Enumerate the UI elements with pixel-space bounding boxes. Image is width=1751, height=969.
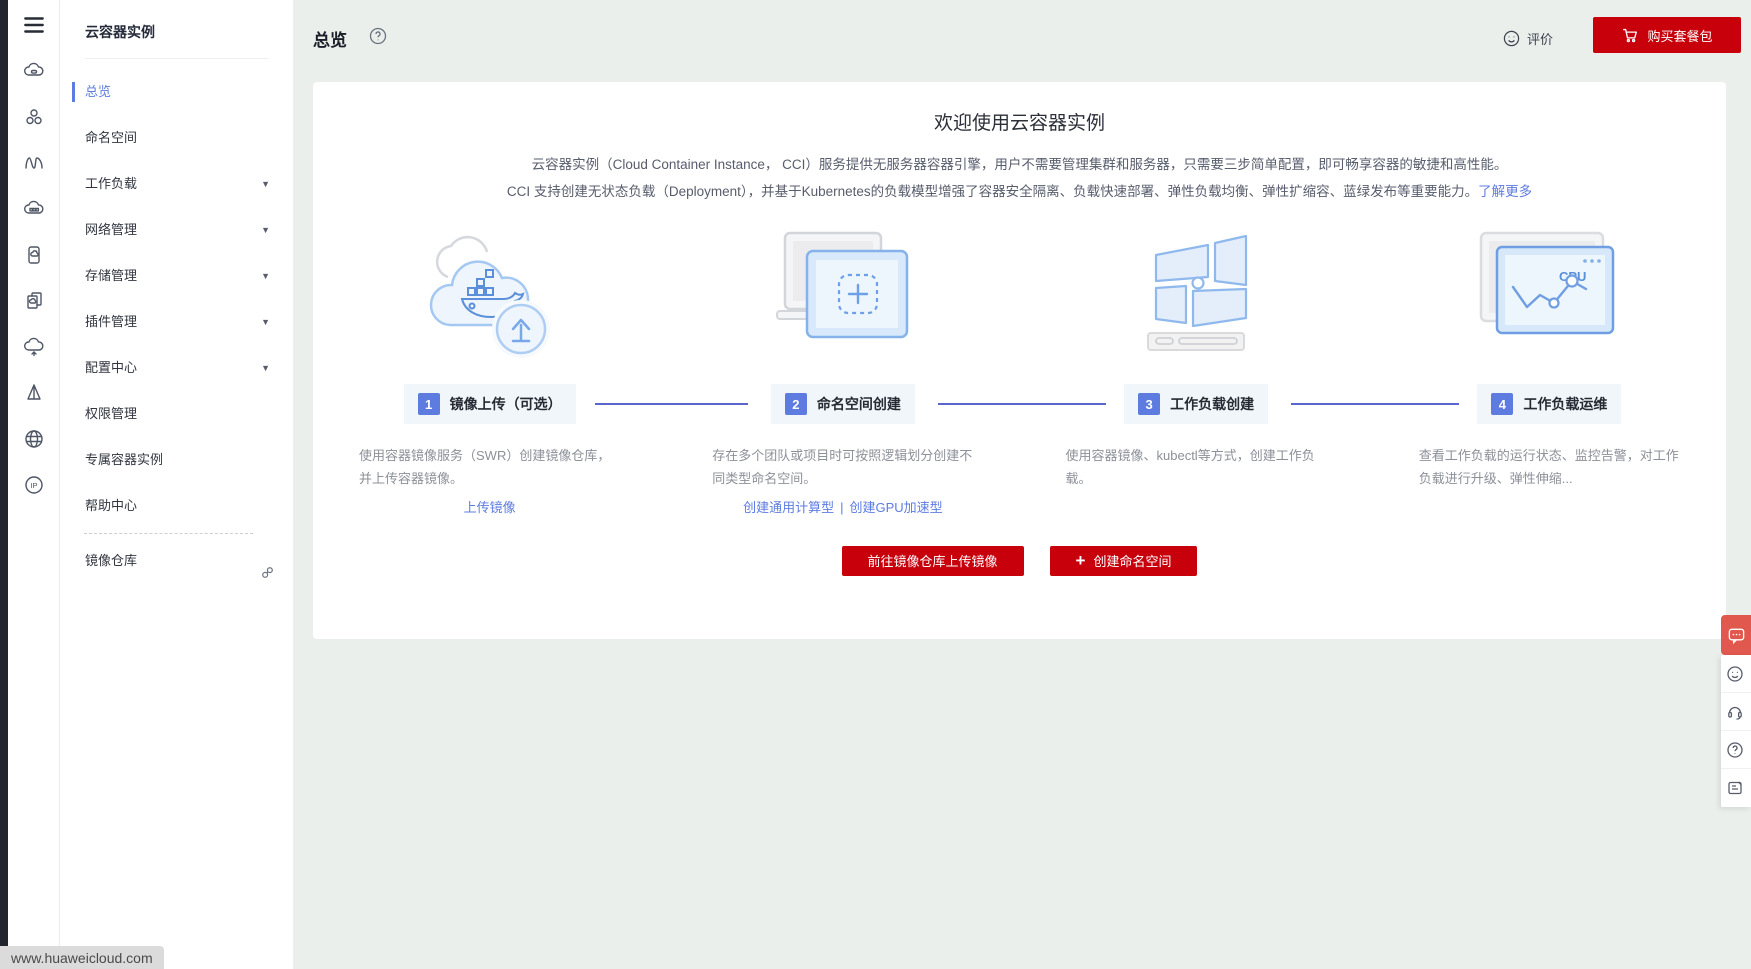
sidebar-title: 云容器实例 [85, 24, 155, 40]
sidebar: 云容器实例 总览 命名空间 工作负载 ▼ 网络管理 ▼ 存储管理 ▼ 插件管理 ▼ 配置… [60, 0, 293, 969]
flow-icon[interactable] [21, 150, 47, 176]
status-url-tooltip: www.huaweicloud.com [0, 946, 164, 969]
sidebar-item-help-center[interactable]: 帮助中心 [60, 483, 293, 529]
sidebar-dashed-divider [84, 533, 253, 534]
chevron-down-icon: ▼ [261, 179, 270, 189]
link-separator: | [840, 499, 844, 515]
welcome-line2: CCI 支持创建无状态负载（Deployment），并基于Kubernetes的… [506, 184, 1479, 199]
card-actions: 前往镜像仓库上传镜像 + 创建命名空间 [313, 545, 1726, 576]
illustrations-row: CPU [313, 219, 1726, 371]
feedback-label: 评价 [1526, 32, 1553, 47]
ip-icon[interactable]: IP [21, 472, 47, 498]
welcome-line1: 云容器实例（Cloud Container Instance， CCI）服务提供… [531, 157, 1508, 172]
chevron-down-icon: ▼ [261, 317, 270, 327]
sidebar-item-image-repo[interactable]: 镜像仓库 [60, 538, 293, 584]
documents-icon[interactable] [21, 288, 47, 314]
sidebar-item-workload[interactable]: 工作负载 ▼ [60, 161, 293, 207]
sidebar-item-config-center[interactable]: 配置中心 ▼ [60, 345, 293, 391]
step-label: 工作负载创建 [1170, 396, 1255, 412]
chevron-down-icon: ▼ [261, 363, 270, 373]
cloud-sync-icon[interactable] [21, 334, 47, 360]
app-window: IP 云容器实例 总览 命名空间 工作负载 ▼ 网络管理 ▼ 存储管理 ▼ 插件管理 ▼… [0, 0, 1751, 969]
sidebar-item-addons[interactable]: 插件管理 ▼ [60, 299, 293, 345]
plus-icon: + [1075, 551, 1086, 570]
step-label: 工作负载运维 [1523, 396, 1608, 412]
step-4-description: 查看工作负载的运行状态、监控告警，对工作负载进行升级、弹性伸缩... [1418, 448, 1679, 486]
cluster-icon[interactable] [21, 104, 47, 130]
step-2-description: 存在多个团队或项目时可按照逻辑划分创建不同类型命名空间。 创建通用计算型 | 创建G… [712, 448, 973, 515]
sidebar-item-overview[interactable]: 总览 [60, 69, 293, 115]
sidebar-item-namespace[interactable]: 命名空间 [60, 115, 293, 161]
prism-icon[interactable] [21, 380, 47, 406]
step-connector [594, 403, 748, 405]
upload-image-link[interactable]: 上传镜像 [464, 500, 516, 515]
step-3-description: 使用容器镜像、kubectl等方式，创建工作负载。 [1065, 448, 1315, 486]
step-number-badge: 2 [784, 393, 807, 415]
svg-text:IP: IP [30, 481, 37, 490]
page-header: 总览 评价 购买套餐包 [293, 0, 1751, 82]
step-connector [1291, 403, 1460, 405]
step-number-badge: 4 [1491, 393, 1514, 415]
sidebar-item-network[interactable]: 网络管理 ▼ [60, 207, 293, 253]
icon-rail: IP [8, 0, 60, 969]
step-number-badge: 3 [1138, 393, 1161, 415]
headset-icon[interactable] [1721, 693, 1751, 731]
learn-more-link[interactable]: 了解更多 [1478, 184, 1532, 199]
feedback-button[interactable]: 评价 [1503, 29, 1553, 48]
steps-row: 1 镜像上传（可选） 2 命名空间创建 3 工作负载创建 4 工作负载运维 [313, 383, 1726, 425]
create-general-compute-link[interactable]: 创建通用计算型 [743, 500, 834, 515]
floating-toolbar [1721, 615, 1751, 807]
hamburger-menu-icon[interactable] [21, 12, 47, 38]
host-icon[interactable] [21, 242, 47, 268]
create-namespace-button[interactable]: + 创建命名空间 [1049, 545, 1198, 576]
sidebar-divider [85, 58, 269, 59]
page-title: 总览 [313, 31, 347, 50]
chat-icon[interactable] [1721, 615, 1751, 655]
left-edge-strip [0, 0, 8, 969]
sidebar-item-storage[interactable]: 存储管理 ▼ [60, 253, 293, 299]
question-icon[interactable] [1721, 731, 1751, 769]
step-connector [937, 403, 1107, 405]
external-link-icon [260, 553, 275, 599]
step-label: 镜像上传（可选） [449, 396, 562, 412]
cart-icon [1623, 28, 1638, 43]
go-upload-image-button[interactable]: 前往镜像仓库上传镜像 [841, 545, 1024, 576]
smiley-icon [1503, 30, 1520, 47]
illustration-namespace-create [666, 219, 1019, 371]
step-number-badge: 1 [417, 393, 440, 415]
welcome-paragraph: 云容器实例（Cloud Container Instance， CCI）服务提供… [313, 151, 1726, 205]
step-label: 命名空间创建 [816, 396, 901, 412]
feedback-form-icon[interactable] [1721, 769, 1751, 807]
illustration-image-upload [313, 219, 666, 371]
welcome-title: 欢迎使用云容器实例 [933, 113, 1105, 134]
chevron-down-icon: ▼ [261, 271, 270, 281]
smiley-icon[interactable] [1721, 655, 1751, 693]
help-icon[interactable] [369, 27, 387, 45]
chevron-down-icon: ▼ [261, 225, 270, 235]
floating-panel [1721, 655, 1751, 807]
sidebar-menu: 总览 命名空间 工作负载 ▼ 网络管理 ▼ 存储管理 ▼ 插件管理 ▼ 配置中心 ▼ 权限… [60, 69, 293, 584]
globe-icon[interactable] [21, 426, 47, 452]
create-gpu-link[interactable]: 创建GPU加速型 [849, 500, 942, 515]
step-descriptions: 使用容器镜像服务（SWR）创建镜像仓库，并上传容器镜像。 上传镜像 存在多个团队… [313, 445, 1726, 516]
cloud-icon[interactable] [21, 58, 47, 84]
sidebar-item-permissions[interactable]: 权限管理 [60, 391, 293, 437]
welcome-card: 欢迎使用云容器实例 云容器实例（Cloud Container Instance… [313, 82, 1726, 639]
illustration-workload-ops: CPU [1373, 219, 1726, 371]
container-cloud-icon[interactable] [21, 196, 47, 222]
sidebar-item-dedicated-cci[interactable]: 专属容器实例 [60, 437, 293, 483]
buy-package-button[interactable]: 购买套餐包 [1593, 17, 1741, 53]
main-content: 总览 评价 购买套餐包 欢迎使用云容器实例 云容器实例（Cloud Contai… [293, 0, 1751, 969]
illustration-workload-create [1020, 219, 1373, 371]
step-1-description: 使用容器镜像服务（SWR）创建镜像仓库，并上传容器镜像。 上传镜像 [359, 448, 611, 515]
